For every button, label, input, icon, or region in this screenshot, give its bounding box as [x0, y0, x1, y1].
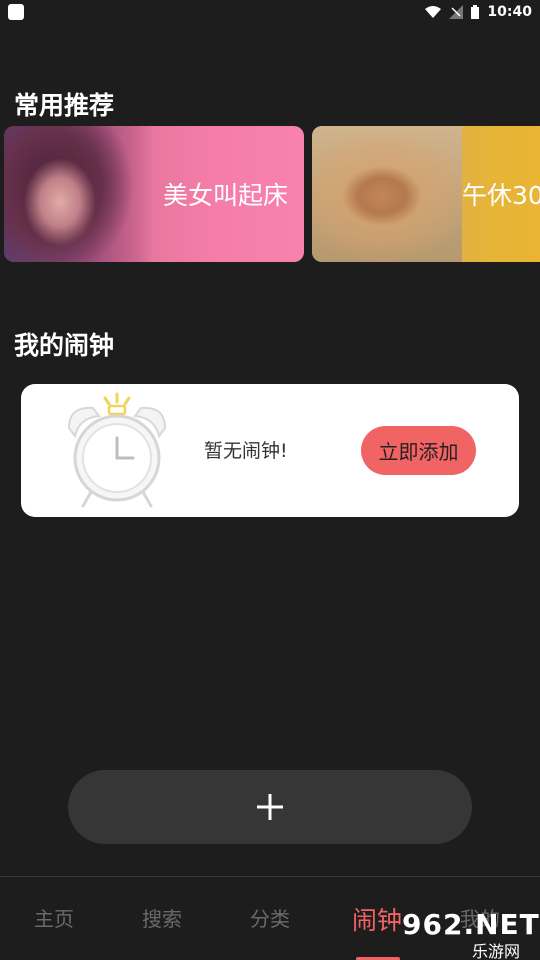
watermark-number: 962.NET [402, 908, 540, 941]
alarm-clock-icon [67, 392, 167, 508]
status-time: 10:40 [487, 4, 532, 20]
empty-alarm-card: 暂无闹钟! 立即添加 [21, 384, 519, 517]
recommend-title: 常用推荐 [14, 91, 115, 120]
recommend-card-label: 美女叫起床 [162, 181, 288, 210]
battery-icon [471, 5, 480, 19]
nav-item-search[interactable]: 搜索 [142, 903, 182, 932]
recommend-card-wake-up[interactable]: 美女叫起床 [4, 126, 304, 262]
my-alarm-title: 我的闹钟 [14, 331, 115, 360]
recommend-card-nap[interactable]: 午休30 [312, 126, 540, 262]
nav-item-alarm[interactable]: 闹钟 [352, 901, 402, 937]
watermark-sub: 乐游网 [472, 942, 521, 960]
watermark-logo: 962.NET 乐游网 [402, 908, 539, 960]
recommend-card-image [312, 126, 462, 262]
add-alarm-now-button[interactable]: 立即添加 [361, 426, 476, 475]
nav-item-home[interactable]: 主页 [34, 903, 74, 932]
plus-icon [257, 794, 283, 820]
status-bar: 10:40 [0, 0, 540, 24]
recommend-card-label: 午休30 [462, 181, 540, 210]
recommend-card-image [4, 126, 154, 262]
notification-icon [8, 4, 24, 20]
recommend-list: 美女叫起床 午休30 [4, 126, 540, 262]
wifi-icon [425, 6, 442, 18]
add-alarm-button[interactable] [68, 770, 472, 844]
signal-icon [449, 5, 464, 19]
nav-item-category[interactable]: 分类 [250, 903, 290, 932]
status-right: 10:40 [425, 4, 532, 20]
empty-alarm-text: 暂无闹钟! [204, 440, 288, 462]
